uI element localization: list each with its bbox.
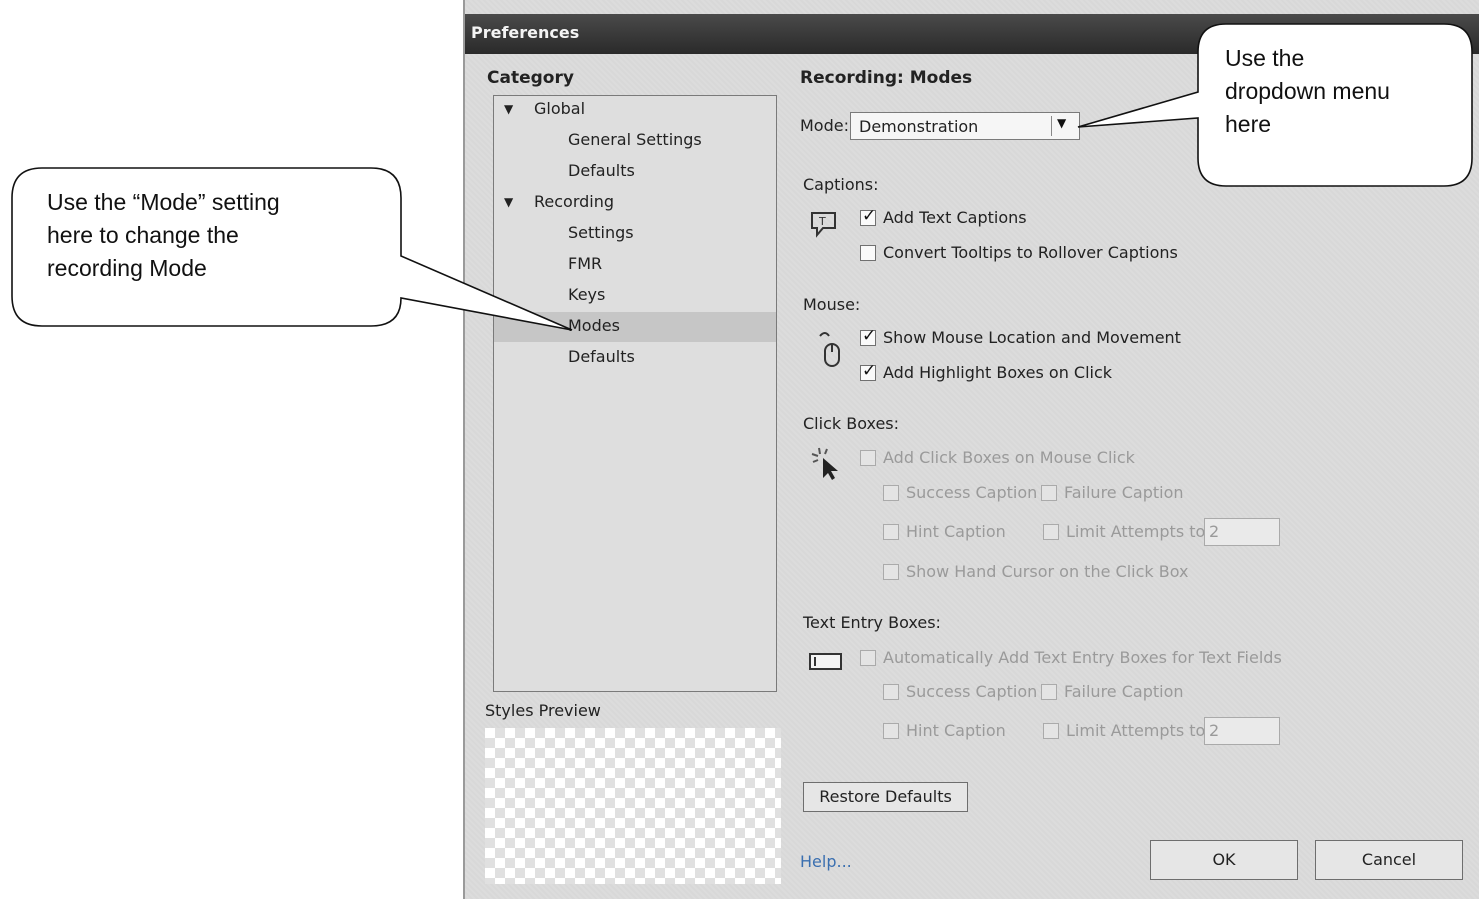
right-callout-line: Use the	[1225, 45, 1305, 71]
right-callout-line: here	[1225, 111, 1272, 137]
right-callout-text: Use the dropdown menu here	[1225, 42, 1390, 141]
left-callout-line: recording Mode	[47, 255, 207, 281]
left-callout-line: here to change the	[47, 222, 239, 248]
left-callout-line: Use the “Mode” setting	[47, 189, 280, 215]
right-callout-line: dropdown menu	[1225, 78, 1390, 104]
left-callout-text: Use the “Mode” setting here to change th…	[47, 186, 280, 285]
